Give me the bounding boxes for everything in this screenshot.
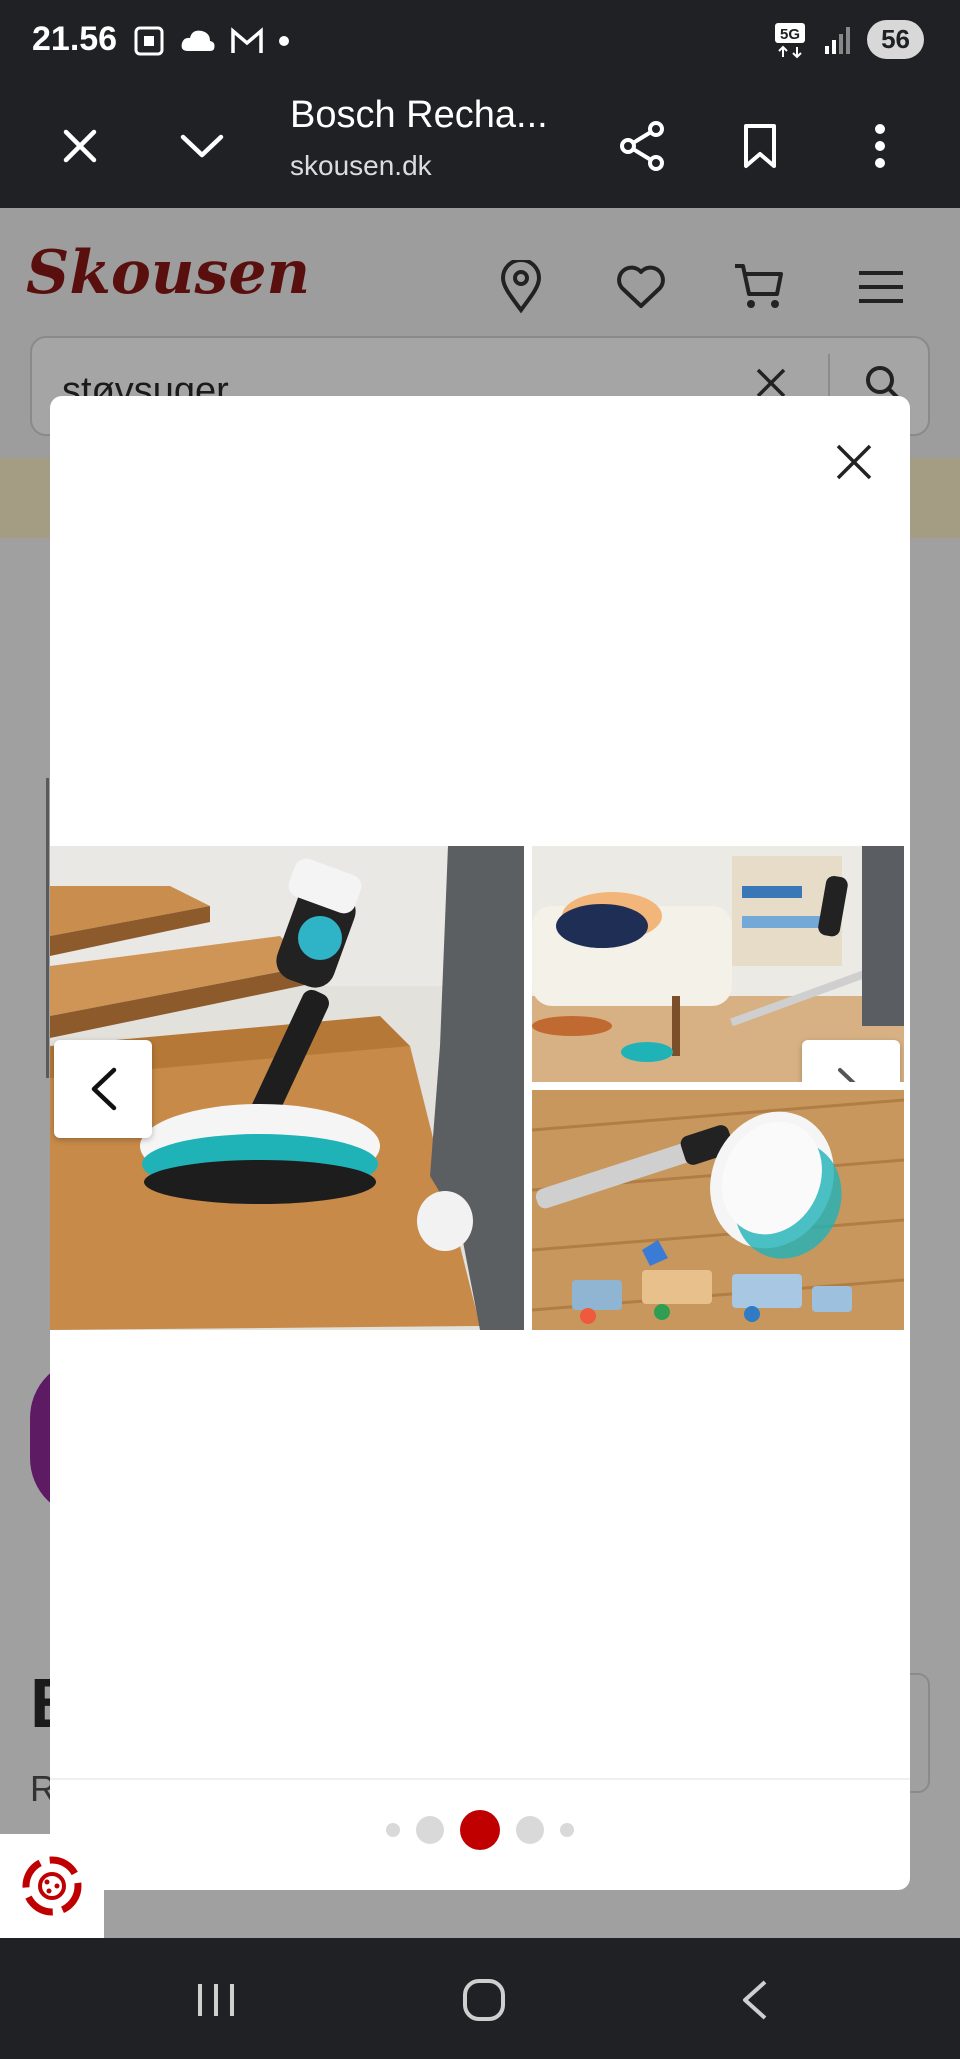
more-vertical-icon: [875, 124, 885, 168]
system-navigation-bar: [0, 1938, 960, 2059]
share-icon: [620, 121, 664, 171]
cart-button[interactable]: [724, 252, 794, 322]
bookmark-button[interactable]: [722, 108, 798, 184]
product-image-stairs[interactable]: [50, 846, 524, 1330]
gmail-icon: [231, 27, 263, 53]
close-icon: [63, 129, 97, 163]
gallery-next-button[interactable]: [802, 1040, 900, 1082]
chevron-left-icon: [91, 1067, 117, 1111]
screenshot-icon: [134, 26, 164, 56]
chevron-right-icon: [838, 1068, 856, 1082]
recent-apps-button[interactable]: [176, 1960, 256, 2040]
menu-button[interactable]: [846, 252, 916, 322]
pagination-dot[interactable]: [516, 1816, 544, 1844]
back-button[interactable]: [714, 1960, 794, 2040]
hamburger-icon: [859, 271, 903, 303]
close-tab-button[interactable]: [42, 108, 118, 184]
heart-icon: [617, 265, 665, 308]
recent-apps-icon: [198, 1984, 234, 2016]
share-button[interactable]: [604, 108, 680, 184]
pagination-dot[interactable]: [386, 1823, 400, 1837]
svg-text:5G: 5G: [780, 26, 800, 43]
image-gallery-modal: [50, 396, 910, 1890]
chevron-down-icon: [180, 134, 224, 158]
home-icon: [463, 1979, 505, 2021]
status-time: 21.56: [32, 20, 118, 58]
wishlist-button[interactable]: [606, 252, 676, 322]
gallery-prev-button[interactable]: [54, 1040, 152, 1138]
tab-title: Bosch Recha...: [290, 94, 548, 136]
tab-url: skousen.dk: [290, 150, 432, 181]
store-locator-button[interactable]: [486, 252, 556, 322]
pagination-dot-active[interactable]: [460, 1810, 500, 1850]
status-system-icons: 5G 56: [773, 20, 924, 59]
product-image-living-room[interactable]: [532, 846, 904, 1082]
status-notification-icons: [132, 24, 290, 58]
status-bar: 21.56 5G 56: [0, 0, 960, 84]
cloud-icon: [181, 30, 215, 51]
page-divider: [46, 778, 49, 1078]
modal-close-button[interactable]: [834, 432, 874, 492]
signal-icon: [825, 26, 851, 54]
more-options-button[interactable]: [842, 108, 918, 184]
back-icon: [743, 1980, 767, 2020]
close-icon: [836, 444, 872, 480]
image-carousel[interactable]: [50, 846, 910, 1330]
cart-icon: [735, 264, 783, 308]
pagination-dot[interactable]: [560, 1823, 574, 1837]
battery-badge: 56: [867, 20, 924, 59]
network-5g-icon: 5G: [775, 22, 806, 58]
home-button[interactable]: [444, 1960, 524, 2040]
pagination-dot[interactable]: [416, 1816, 444, 1844]
cookie-settings-button[interactable]: [0, 1834, 104, 1938]
product-image-toy-train[interactable]: [532, 1090, 904, 1330]
gallery-pagination: [50, 1808, 910, 1852]
custom-tab-bar: Bosch Recha... skousen.dk: [0, 84, 960, 208]
cookie-settings-icon: [22, 1856, 82, 1916]
minimize-tab-button[interactable]: [164, 108, 240, 184]
dot-icon: [279, 36, 289, 46]
bookmark-icon: [744, 124, 776, 168]
skousen-logo[interactable]: Skousen: [26, 238, 310, 308]
pager-divider: [50, 1778, 910, 1780]
close-icon: [756, 368, 786, 398]
location-pin-icon: [500, 260, 542, 314]
